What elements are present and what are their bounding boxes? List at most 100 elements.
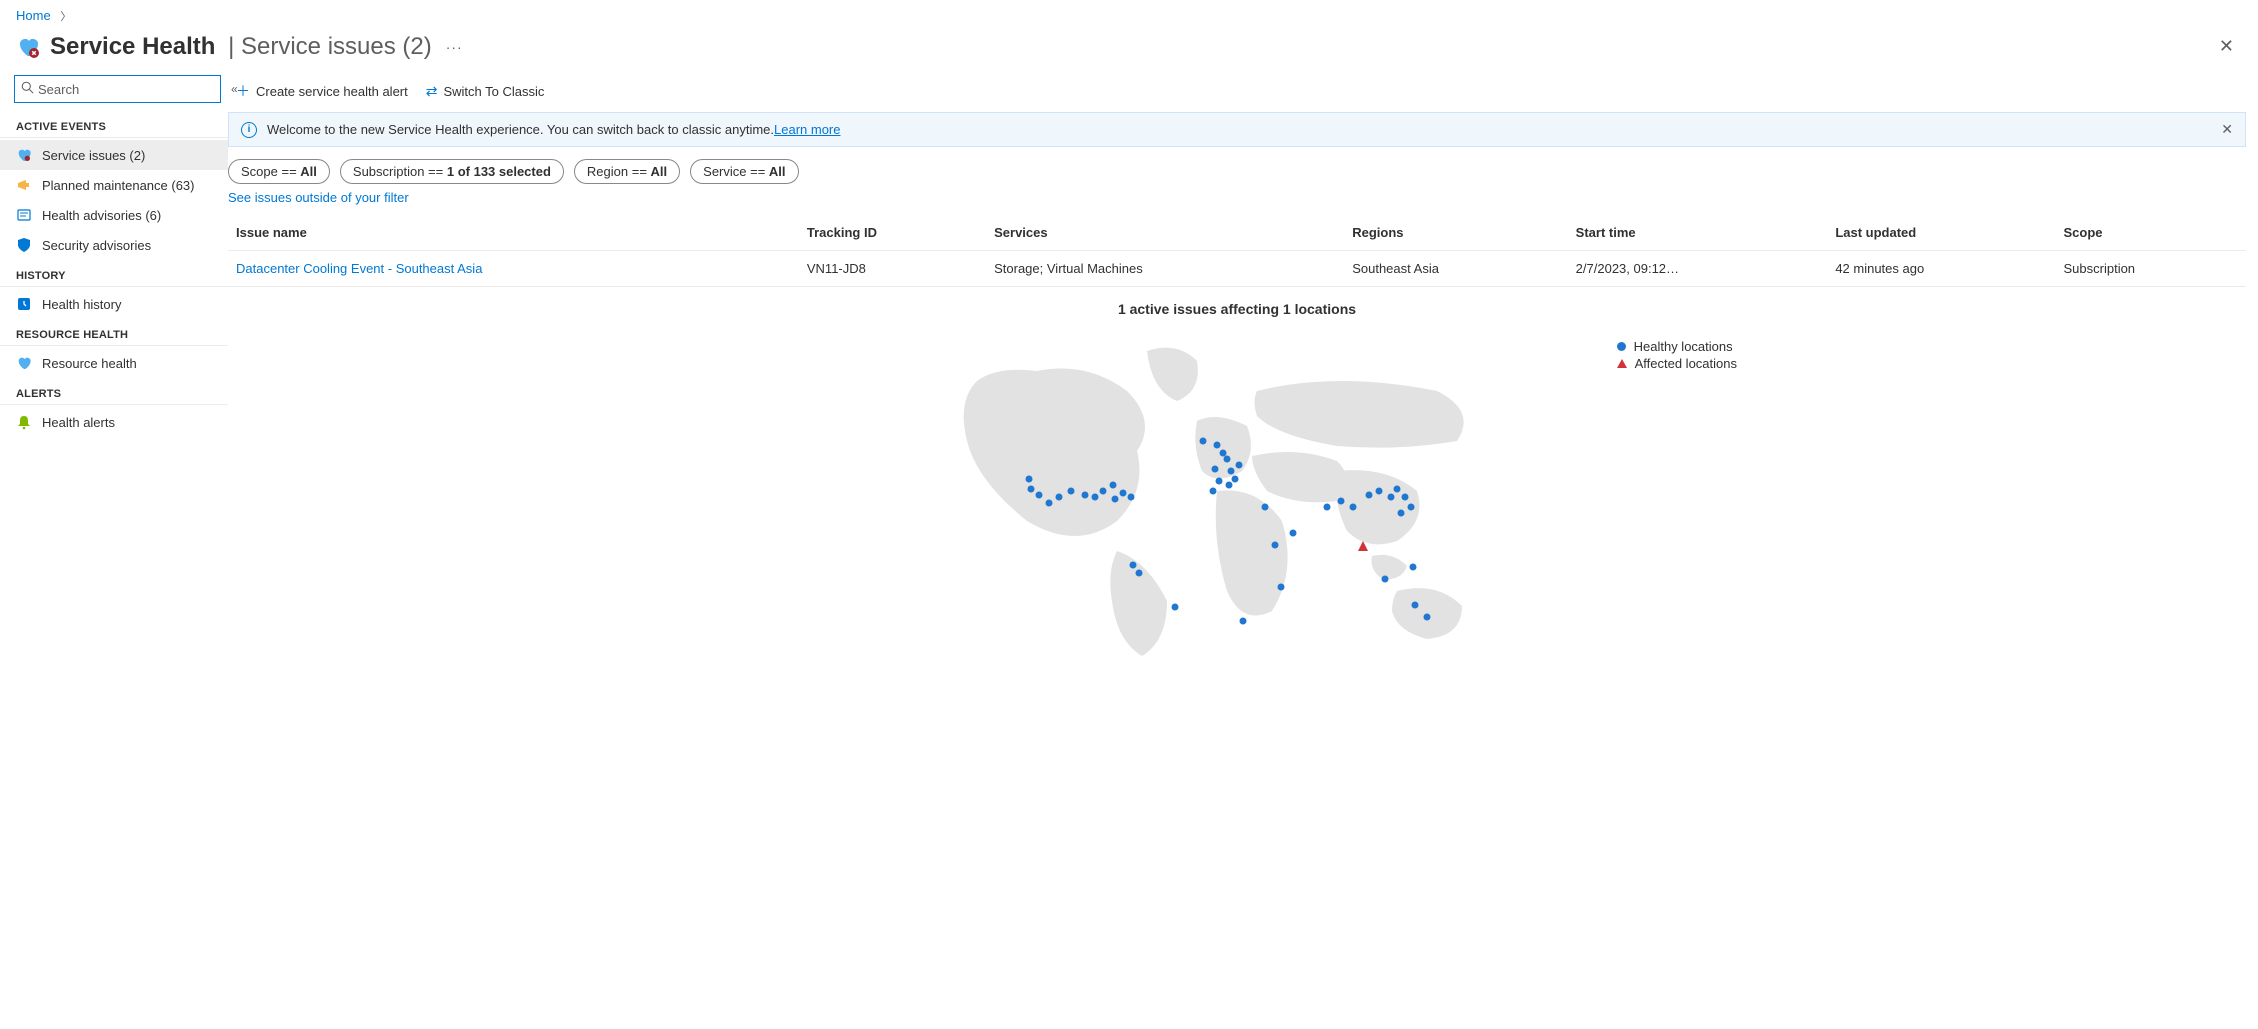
- cell-issue-name[interactable]: Datacenter Cooling Event - Southeast Asi…: [228, 251, 799, 287]
- page-subtitle: | Service issues (2): [221, 33, 431, 61]
- healthy-location-dot[interactable]: [1338, 498, 1345, 505]
- healthy-location-dot[interactable]: [1092, 494, 1099, 501]
- column-header[interactable]: Tracking ID: [799, 215, 986, 251]
- filter-region[interactable]: Region == All: [574, 159, 680, 184]
- healthy-location-dot[interactable]: [1262, 504, 1269, 511]
- healthy-location-dot[interactable]: [1212, 466, 1219, 473]
- column-header[interactable]: Services: [986, 215, 1344, 251]
- close-icon[interactable]: ✕: [2211, 32, 2242, 61]
- sidebar-item-service-issues[interactable]: Service issues (2): [0, 140, 228, 170]
- healthy-location-dot[interactable]: [1112, 496, 1119, 503]
- banner-close-icon[interactable]: ✕: [2221, 121, 2233, 138]
- healthy-location-dot[interactable]: [1056, 494, 1063, 501]
- healthy-location-dot[interactable]: [1290, 530, 1297, 537]
- healthy-location-dot[interactable]: [1082, 492, 1089, 499]
- cell-scope: Subscription: [2056, 251, 2247, 287]
- cell-services: Storage; Virtual Machines: [986, 251, 1344, 287]
- healthy-location-dot[interactable]: [1232, 476, 1239, 483]
- cell-start-time: 2/7/2023, 09:12…: [1568, 251, 1828, 287]
- healthy-location-dot[interactable]: [1398, 510, 1405, 517]
- column-header[interactable]: Regions: [1344, 215, 1567, 251]
- filter-scope[interactable]: Scope == All: [228, 159, 330, 184]
- healthy-location-dot[interactable]: [1046, 500, 1053, 507]
- switch-classic-button[interactable]: ⇄ Switch To Classic: [426, 83, 545, 100]
- healthy-location-dot[interactable]: [1136, 570, 1143, 577]
- sidebar-item-label: Planned maintenance (63): [42, 178, 195, 193]
- legend-affected: Affected locations: [1617, 356, 1737, 371]
- nav-section-title: ALERTS: [0, 378, 228, 405]
- healthy-location-dot[interactable]: [1376, 488, 1383, 495]
- table-row[interactable]: Datacenter Cooling Event - Southeast Asi…: [228, 251, 2246, 287]
- healthy-location-dot[interactable]: [1278, 584, 1285, 591]
- affected-triangle-icon: [1617, 359, 1627, 368]
- healthy-location-dot[interactable]: [1272, 542, 1279, 549]
- sidebar-item-resource-health[interactable]: Resource health: [0, 348, 228, 378]
- sidebar-item-security-advisories[interactable]: Security advisories: [0, 230, 228, 260]
- healthy-location-dot[interactable]: [1366, 492, 1373, 499]
- breadcrumb: Home 〉: [0, 0, 2258, 28]
- map-legend: Healthy locations Affected locations: [1617, 339, 1737, 373]
- column-header[interactable]: Last updated: [1827, 215, 2055, 251]
- filter-service[interactable]: Service == All: [690, 159, 798, 184]
- learn-more-link[interactable]: Learn more: [774, 122, 840, 137]
- healthy-location-dot[interactable]: [1130, 562, 1137, 569]
- healthy-location-dot[interactable]: [1228, 468, 1235, 475]
- plus-icon: ＋: [236, 81, 250, 101]
- healthy-location-dot[interactable]: [1388, 494, 1395, 501]
- healthy-location-dot[interactable]: [1226, 482, 1233, 489]
- healthy-location-dot[interactable]: [1200, 438, 1207, 445]
- healthy-location-dot[interactable]: [1220, 450, 1227, 457]
- healthy-location-dot[interactable]: [1120, 490, 1127, 497]
- healthy-location-dot[interactable]: [1424, 614, 1431, 621]
- healthy-location-dot[interactable]: [1216, 478, 1223, 485]
- healthy-location-dot[interactable]: [1224, 456, 1231, 463]
- advisory-icon: [16, 207, 32, 223]
- healthy-location-dot[interactable]: [1214, 442, 1221, 449]
- shield-icon: [16, 237, 32, 253]
- megaphone-icon: [16, 177, 32, 193]
- sidebar-search[interactable]: [14, 75, 221, 103]
- healthy-location-dot[interactable]: [1172, 604, 1179, 611]
- column-header[interactable]: Start time: [1568, 215, 1828, 251]
- healthy-location-dot[interactable]: [1210, 488, 1217, 495]
- sidebar-item-label: Health advisories (6): [42, 208, 161, 223]
- healthy-location-dot[interactable]: [1128, 494, 1135, 501]
- healthy-location-dot[interactable]: [1240, 618, 1247, 625]
- column-header[interactable]: Scope: [2056, 215, 2247, 251]
- legend-healthy: Healthy locations: [1617, 339, 1737, 354]
- search-input[interactable]: [38, 82, 214, 97]
- page-title: Service Health: [50, 33, 215, 61]
- more-actions-button[interactable]: ···: [446, 39, 463, 55]
- sidebar-item-health-advisories[interactable]: Health advisories (6): [0, 200, 228, 230]
- healthy-location-dot[interactable]: [1100, 488, 1107, 495]
- healthy-location-dot[interactable]: [1110, 482, 1117, 489]
- healthy-location-dot[interactable]: [1028, 486, 1035, 493]
- service-health-icon: [16, 35, 40, 59]
- column-header[interactable]: Issue name: [228, 215, 799, 251]
- page-header: Service Health | Service issues (2) ··· …: [0, 28, 2258, 71]
- healthy-location-dot[interactable]: [1410, 564, 1417, 571]
- sidebar-item-health-history[interactable]: Health history: [0, 289, 228, 319]
- healthy-location-dot[interactable]: [1036, 492, 1043, 499]
- sidebar-item-health-alerts[interactable]: Health alerts: [0, 407, 228, 437]
- healthy-location-dot[interactable]: [1324, 504, 1331, 511]
- healthy-location-dot[interactable]: [1236, 462, 1243, 469]
- healthy-location-dot[interactable]: [1394, 486, 1401, 493]
- info-icon: i: [241, 122, 257, 138]
- sidebar-item-planned-maintenance[interactable]: Planned maintenance (63): [0, 170, 228, 200]
- swap-icon: ⇄: [426, 83, 438, 100]
- healthy-location-dot[interactable]: [1402, 494, 1409, 501]
- filter-subscription[interactable]: Subscription == 1 of 133 selected: [340, 159, 564, 184]
- healthy-location-dot[interactable]: [1408, 504, 1415, 511]
- healthy-location-dot[interactable]: [1068, 488, 1075, 495]
- healthy-location-dot[interactable]: [1350, 504, 1357, 511]
- healthy-location-dot[interactable]: [1382, 576, 1389, 583]
- toolbar: ＋ Create service health alert ⇄ Switch T…: [228, 71, 2246, 112]
- healthy-location-dot[interactable]: [1412, 602, 1419, 609]
- nav-section-title: RESOURCE HEALTH: [0, 319, 228, 346]
- see-outside-filter-link[interactable]: See issues outside of your filter: [228, 188, 409, 215]
- healthy-location-dot[interactable]: [1026, 476, 1033, 483]
- create-alert-button[interactable]: ＋ Create service health alert: [236, 81, 408, 101]
- banner-text: Welcome to the new Service Health experi…: [267, 122, 774, 137]
- breadcrumb-home[interactable]: Home: [16, 8, 51, 23]
